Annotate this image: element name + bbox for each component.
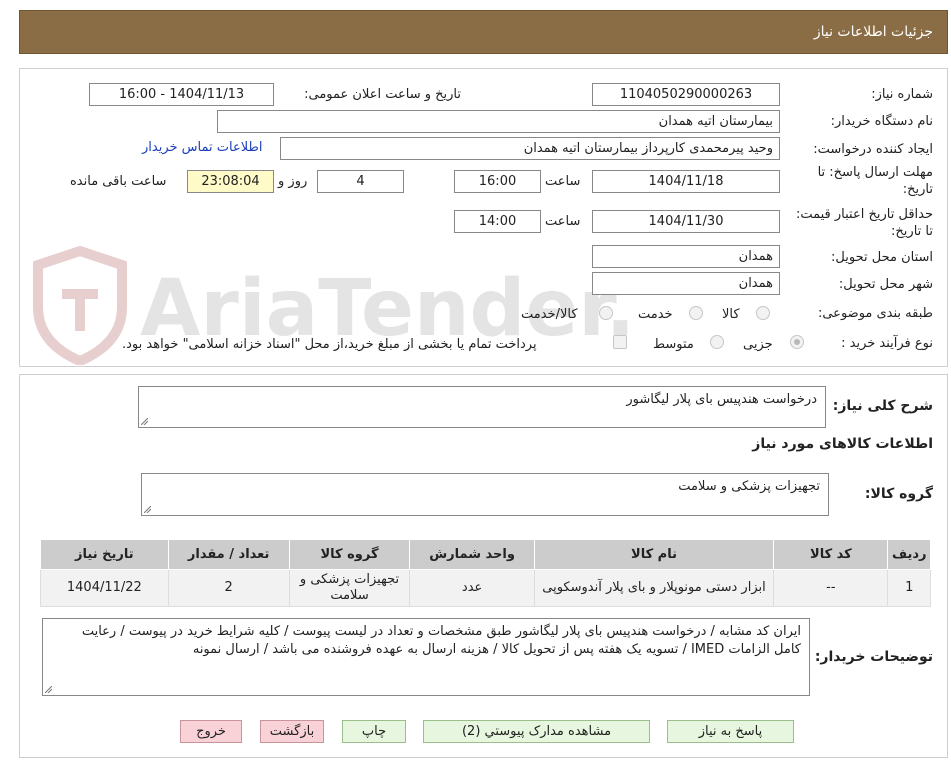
table-row: 1 -- ابزار دستی مونوپلار و بای پلار آندو…	[40, 569, 931, 607]
goods-group-text: تجهیزات پزشکی و سلامت	[678, 479, 820, 494]
announce-label: تاریخ و ساعت اعلان عمومی:	[304, 87, 461, 102]
creator-label: ایجاد کننده درخواست:	[813, 142, 933, 157]
validity-time-label: ساعت	[545, 214, 581, 229]
announce-datetime-field: 1404/11/13 - 16:00	[89, 83, 274, 106]
resize-handle-icon[interactable]	[45, 686, 52, 693]
page-header: جزئیات اطلاعات نیاز	[19, 10, 948, 54]
col-code-header: کد کالا	[773, 539, 889, 570]
process-medium-radio[interactable]	[710, 335, 724, 349]
notes-textarea: ایران کد مشابه / درخواست هندپیس بای پلار…	[42, 618, 810, 696]
need-number-label: شماره نیاز:	[871, 87, 933, 102]
category-label: طبقه بندی موضوعی:	[817, 306, 933, 321]
col-unit-header: واحد شمارش	[409, 539, 535, 570]
cell-name: ابزار دستی مونوپلار و بای پلار آندوسکوپی	[533, 569, 775, 607]
validity-time-field: 14:00	[454, 210, 541, 233]
goods-group-label: گروه کالا:	[864, 486, 933, 502]
treasury-checkbox[interactable]	[613, 335, 627, 349]
validity-date-field: 1404/11/30	[592, 210, 780, 233]
cell-date: 1404/11/22	[40, 569, 169, 607]
reply-button[interactable]: پاسخ به نیاز	[667, 720, 794, 743]
category-goods-radio[interactable]	[756, 306, 770, 320]
remaining-time-field: 23:08:04	[187, 170, 274, 193]
process-medium-label: متوسط	[653, 337, 694, 352]
col-qty-header: تعداد / مقدار	[167, 539, 290, 570]
notes-label: توضیحات خریدار:	[814, 649, 933, 665]
validity-label: حداقل تاریخ اعتبار قیمت: تا تاریخ:	[795, 207, 933, 239]
process-minor-radio[interactable]	[790, 335, 804, 349]
province-label: استان محل تحویل:	[831, 250, 933, 265]
category-service-label: خدمت	[638, 307, 673, 322]
province-field: همدان	[592, 245, 780, 268]
process-minor-label: جزیی	[743, 337, 773, 352]
city-field: همدان	[592, 272, 780, 295]
cell-qty: 2	[167, 569, 290, 607]
goods-table: ردیف کد کالا نام کالا واحد شمارش گروه کا…	[40, 539, 931, 607]
goods-info-heading: اطلاعات کالاهای مورد نیاز	[752, 436, 933, 452]
process-label: نوع فرآیند خرید :	[841, 336, 933, 351]
buyer-contact-link[interactable]: اطلاعات تماس خریدار	[142, 140, 262, 155]
days-field: 4	[317, 170, 404, 193]
treasury-note: پرداخت تمام یا بخشی از مبلغ خرید،از محل …	[122, 337, 537, 352]
buyer-label: نام دستگاه خریدار:	[830, 114, 933, 129]
deadline-time-field: 16:00	[454, 170, 541, 193]
category-both-label: کالا/خدمت	[521, 307, 578, 322]
summary-textarea: درخواست هندپیس بای پلار لیگاشور	[138, 386, 826, 428]
resize-handle-icon[interactable]	[141, 418, 148, 425]
col-name-header: نام کالا	[533, 539, 775, 570]
summary-text: درخواست هندپیس بای پلار لیگاشور	[626, 392, 817, 407]
cell-group: تجهیزات پزشکی و سلامت	[288, 569, 411, 607]
summary-label: شرح کلی نیاز:	[832, 398, 933, 414]
category-both-radio[interactable]	[599, 306, 613, 320]
goods-table-header: ردیف کد کالا نام کالا واحد شمارش گروه کا…	[40, 539, 931, 570]
deadline-time-label: ساعت	[545, 174, 581, 189]
remaining-label: ساعت باقی مانده	[70, 174, 167, 189]
cell-unit: عدد	[409, 569, 535, 607]
exit-button[interactable]: خروج	[180, 720, 242, 743]
back-button[interactable]: بازگشت	[260, 720, 324, 743]
col-row-header: ردیف	[887, 539, 931, 570]
category-goods-label: کالا	[722, 307, 740, 322]
resize-handle-icon[interactable]	[144, 506, 151, 513]
deadline-label: مهلت ارسال پاسخ: تا تاریخ:	[817, 165, 933, 197]
col-date-header: تاریخ نیاز	[40, 539, 169, 570]
days-label: روز و	[278, 174, 308, 189]
cell-code: --	[773, 569, 889, 607]
need-number-field: 1104050290000263	[592, 83, 780, 106]
buyer-field: بیمارستان اتیه همدان	[217, 110, 780, 133]
category-service-radio[interactable]	[689, 306, 703, 320]
goods-group-textarea: تجهیزات پزشکی و سلامت	[141, 473, 829, 516]
cell-row: 1	[887, 569, 931, 607]
creator-field: وحید پیرمحمدی کارپرداز بیمارستان اتیه هم…	[280, 137, 780, 160]
col-group-header: گروه کالا	[288, 539, 411, 570]
deadline-date-field: 1404/11/18	[592, 170, 780, 193]
print-button[interactable]: چاپ	[342, 720, 406, 743]
view-attachments-button[interactable]: مشاهده مدارک پیوستي (2)	[423, 720, 650, 743]
notes-text: ایران کد مشابه / درخواست هندپیس بای پلار…	[81, 624, 801, 657]
page-title: جزئیات اطلاعات نیاز	[813, 24, 933, 40]
city-label: شهر محل تحویل:	[838, 277, 933, 292]
